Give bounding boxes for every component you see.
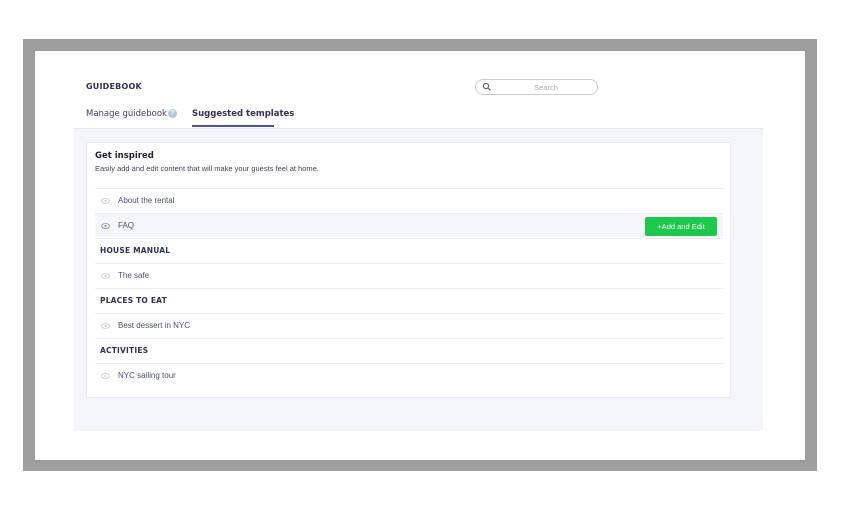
template-row-faq[interactable]: FAQ bbox=[95, 213, 723, 237]
section-header-activities: ACTIVITIES bbox=[95, 338, 723, 362]
page-title: GUIDEBOOK bbox=[86, 82, 142, 91]
tab-suggested-templates[interactable]: Suggested templates bbox=[192, 109, 294, 119]
template-row-label: The safe bbox=[118, 271, 150, 280]
eye-icon bbox=[101, 273, 110, 279]
section-label: HOUSE MANUAL bbox=[100, 246, 171, 255]
tab-manage-guidebook[interactable]: Manage guidebook bbox=[86, 109, 167, 119]
card-title: Get inspired bbox=[95, 151, 154, 161]
card-subtitle: Easily add and edit content that will ma… bbox=[95, 164, 319, 173]
add-and-edit-button[interactable]: +Add and Edit bbox=[645, 217, 717, 236]
search-input[interactable] bbox=[498, 81, 594, 93]
eye-icon bbox=[101, 323, 110, 329]
help-icon[interactable]: ? bbox=[168, 109, 177, 118]
section-label: ACTIVITIES bbox=[100, 346, 149, 355]
search-icon bbox=[482, 82, 491, 91]
section-label: PLACES TO EAT bbox=[100, 296, 167, 305]
section-header-places-to-eat: PLACES TO EAT bbox=[95, 288, 723, 312]
search-box[interactable] bbox=[475, 79, 598, 95]
template-row-about-the-rental[interactable]: About the rental bbox=[95, 188, 723, 212]
eye-icon bbox=[101, 198, 110, 204]
template-row-label: About the rental bbox=[118, 196, 175, 205]
section-header-house-manual: HOUSE MANUAL bbox=[95, 238, 723, 262]
template-row-best-dessert[interactable]: Best dessert in NYC bbox=[95, 313, 723, 337]
eye-icon bbox=[101, 373, 110, 379]
template-row-label: NYC sailing tour bbox=[118, 371, 176, 380]
active-tab-indicator bbox=[192, 125, 274, 127]
template-row-the-safe[interactable]: The safe bbox=[95, 263, 723, 287]
eye-icon bbox=[101, 223, 110, 229]
top-bar bbox=[74, 75, 763, 129]
template-row-label: FAQ bbox=[118, 221, 135, 230]
template-row-nyc-sailing-tour[interactable]: NYC sailing tour bbox=[95, 363, 723, 387]
template-row-label: Best dessert in NYC bbox=[118, 321, 191, 330]
